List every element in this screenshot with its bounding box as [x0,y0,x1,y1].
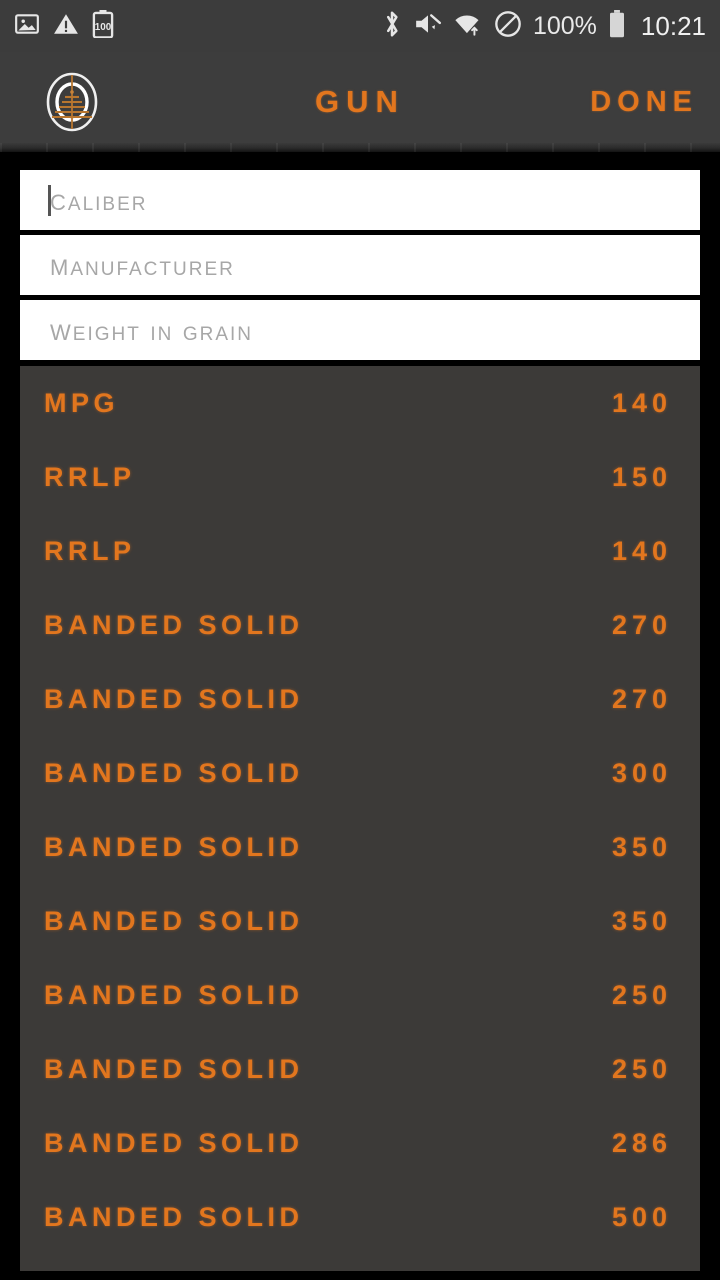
search-form: Caliber Manufacturer Weight in grain [0,152,720,360]
scope-reticle-logo-icon [46,72,98,132]
ammo-weight: 270 [611,683,672,714]
ammo-weight: 150 [611,461,672,492]
ammo-name: RRLP [44,461,136,492]
list-item[interactable]: BANDED SOLID 350 [20,884,700,958]
list-item[interactable]: MPG 140 [20,366,700,440]
list-item[interactable]: BANDED SOLID 270 [20,662,700,736]
list-item[interactable]: BANDED SOLID 350 [20,810,700,884]
ammo-name: BANDED SOLID [44,905,304,936]
ammo-weight: 250 [611,979,672,1010]
list-item[interactable]: RRLP 140 [20,514,700,588]
wifi-icon [453,10,483,43]
ammo-name: BANDED SOLID [44,1053,304,1084]
volume-mute-icon [414,10,442,43]
app-logo-button[interactable] [22,70,122,134]
list-item[interactable]: BANDED SOLID 250 [20,958,700,1032]
do-not-disturb-icon [494,10,522,43]
ammo-weight: 140 [611,387,672,418]
ammo-name: BANDED SOLID [44,979,304,1010]
list-item[interactable]: BANDED SOLID 250 [20,1032,700,1106]
ammo-name: MPG [44,387,120,418]
status-bar-right-icons: 100% 10:21 [381,9,706,44]
manufacturer-placeholder: Manufacturer [50,247,235,282]
ammo-name: RRLP [44,535,136,566]
ammo-weight: 250 [611,1053,672,1084]
list-item[interactable]: BANDED SOLID 300 [20,736,700,810]
bluetooth-icon [381,9,403,44]
ammo-weight: 286 [611,1127,672,1158]
status-bar-clock: 10:21 [640,10,706,41]
status-bar: 100 100% 10:21 [0,0,720,52]
ammo-name: BANDED SOLID [44,1127,304,1158]
ammo-list[interactable]: MPG 140 RRLP 150 RRLP 140 BANDED SOLID 2… [20,366,700,1271]
ammo-name: BANDED SOLID [44,1201,304,1232]
svg-text:100: 100 [95,21,112,32]
weight-in-grain-input[interactable]: Weight in grain [20,300,700,360]
list-item[interactable]: BANDED SOLID 500 [20,1180,700,1254]
ammo-name: BANDED SOLID [44,757,304,788]
caliber-input[interactable]: Caliber [20,170,700,230]
ammo-weight: 500 [611,1201,672,1232]
battery-icon [608,9,626,43]
list-item[interactable]: BANDED SOLID 286 [20,1106,700,1180]
ammo-name: BANDED SOLID [44,683,304,714]
ammo-name: BANDED SOLID [44,609,304,640]
list-item[interactable]: BANDED SOLID 270 [20,588,700,662]
ammo-name: BANDED SOLID [44,831,304,862]
app-root: 100 100% 10:21 GUN DONE caliber manufact… [0,0,720,1280]
warning-icon [53,11,79,42]
manufacturer-input[interactable]: Manufacturer [20,235,700,295]
battery-saver-100-icon: 100 [92,9,114,43]
status-bar-left-icons: 100 [14,9,114,43]
list-item[interactable]: RRLP 150 [20,440,700,514]
image-icon [14,11,40,42]
ammo-weight: 300 [611,757,672,788]
ammo-weight: 350 [611,905,672,936]
ammo-weight: 270 [611,609,672,640]
done-button[interactable]: DONE [590,86,698,119]
text-caret [48,185,51,216]
ammo-weight: 140 [611,535,672,566]
caliber-placeholder: Caliber [50,182,148,217]
battery-percent-label: 100% [532,11,597,40]
weight-placeholder: Weight in grain [50,312,253,347]
ammo-weight: 350 [611,831,672,862]
app-header-bar: GUN DONE [0,52,720,152]
